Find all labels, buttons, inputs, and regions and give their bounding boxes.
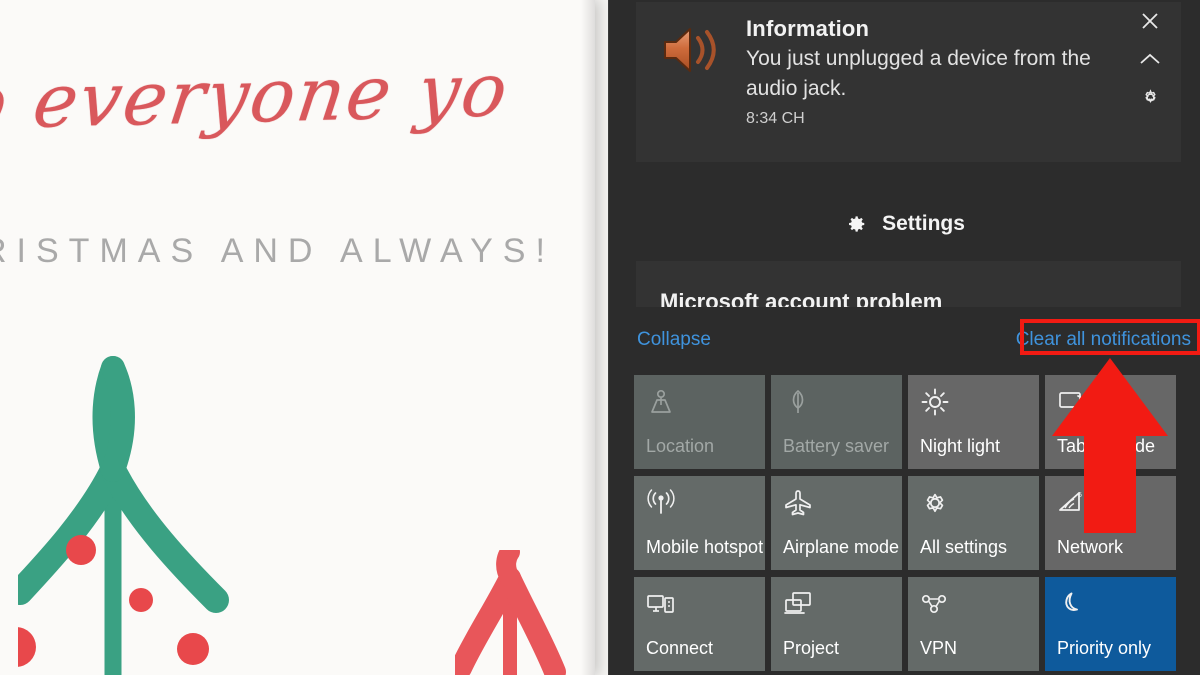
project-screens-icon (784, 592, 811, 614)
wifi-icon: 5 (1059, 492, 1082, 511)
screenshot-root: o everyone yo RISTMAS AND ALWAYS! Inform… (0, 0, 1200, 675)
notification-toast[interactable]: Information You just unplugged a device … (636, 2, 1181, 162)
quick-action-label: Airplane mode (783, 537, 900, 557)
quick-action-battery-saver[interactable]: Battery saver (771, 375, 902, 469)
highlight-annotation-box (1020, 319, 1200, 355)
hotspot-icon (647, 489, 675, 514)
card-caps-text: RISTMAS AND ALWAYS! (0, 232, 555, 270)
quick-action-label: Connect (646, 638, 714, 658)
quick-action-all-settings[interactable]: All settings (908, 476, 1039, 570)
chevron-up-icon[interactable] (1127, 40, 1173, 78)
quick-action-label: VPN (920, 638, 958, 658)
speaker-volume-icon (664, 28, 716, 72)
christmas-tree-red-icon (455, 550, 566, 675)
notification-title: Microsoft account problem (660, 289, 943, 307)
notification-card-microsoft-account[interactable]: Microsoft account problem (636, 261, 1181, 307)
tablet-icon (1059, 392, 1084, 409)
notification-actions (1127, 2, 1173, 112)
quick-action-label: Tablet mode (1057, 436, 1156, 456)
sun-icon (921, 388, 949, 416)
quick-action-night-light[interactable]: Night light (908, 375, 1039, 469)
quick-action-vpn[interactable]: VPN (908, 577, 1039, 671)
gear-icon[interactable] (1127, 78, 1173, 116)
quick-action-label: Project (783, 638, 840, 658)
action-center-panel: Information You just unplugged a device … (608, 0, 1200, 675)
gear-icon (926, 493, 944, 513)
quick-action-mobile-hotspot[interactable]: Mobile hotspot (634, 476, 765, 570)
quick-actions-grid: Location Battery saver Night light Table… (634, 375, 1185, 671)
collapse-link[interactable]: Collapse (637, 329, 711, 351)
quick-action-label: Location (646, 436, 715, 456)
vpn-icon (921, 594, 947, 614)
desktop-wallpaper: o everyone yo RISTMAS AND ALWAYS! (0, 0, 608, 675)
quick-action-network[interactable]: 5 Network (1045, 476, 1176, 570)
moon-icon (1065, 592, 1078, 611)
airplane-icon (785, 490, 811, 516)
quick-action-tablet-mode[interactable]: Tablet mode (1045, 375, 1176, 469)
notification-links-row: Collapse Clear all notifications (609, 319, 1200, 359)
settings-label: Settings (882, 212, 965, 235)
connect-display-icon (647, 595, 674, 613)
notification-title: Information (746, 16, 870, 41)
location-person-icon (651, 389, 671, 413)
christmas-card-image: o everyone yo RISTMAS AND ALWAYS! (0, 0, 595, 675)
close-icon[interactable] (1127, 2, 1173, 40)
quick-action-priority-only[interactable]: Priority only (1045, 577, 1176, 671)
notification-body: You just unplugged a device from the aud… (746, 47, 1091, 100)
card-script-text: o everyone yo (0, 47, 515, 147)
quick-action-label: Priority only (1057, 638, 1152, 658)
quick-action-label: Battery saver (783, 436, 890, 456)
quick-action-label: All settings (920, 537, 1008, 557)
leaf-icon (792, 389, 804, 413)
notification-timestamp: 8:34 CH (746, 110, 805, 127)
settings-row[interactable]: Settings (609, 196, 1200, 252)
svg-text:5: 5 (1078, 492, 1082, 499)
quick-action-location[interactable]: Location (634, 375, 765, 469)
quick-action-airplane-mode[interactable]: Airplane mode (771, 476, 902, 570)
quick-action-label: Network (1057, 537, 1124, 557)
quick-action-label: Night light (920, 436, 1001, 456)
gear-icon (849, 216, 865, 232)
quick-action-project[interactable]: Project (771, 577, 902, 671)
christmas-tree-green-icon (18, 356, 229, 675)
quick-action-connect[interactable]: Connect (634, 577, 765, 671)
quick-action-label: Mobile hotspot (646, 537, 764, 557)
